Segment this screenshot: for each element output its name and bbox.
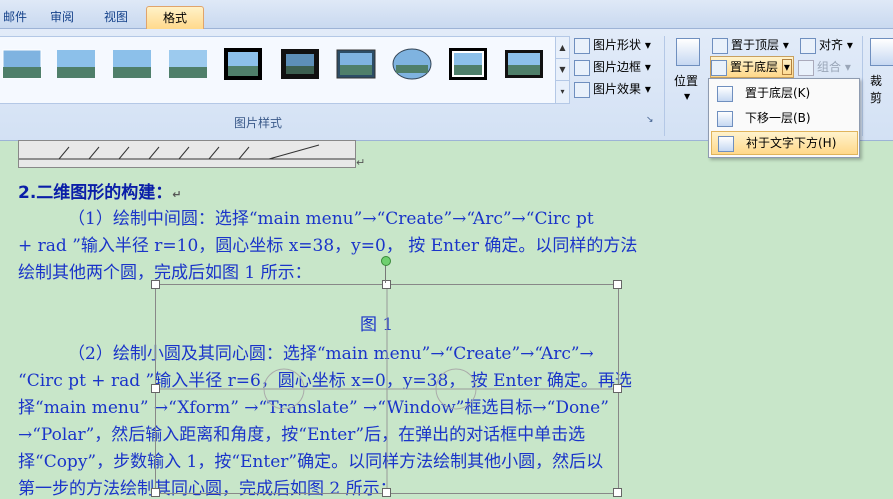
group-separator: [862, 36, 863, 136]
send-to-back-menu: 置于底层(K) 下移一层(B) 衬于文字下方(H): [708, 78, 860, 158]
gallery-down-icon[interactable]: ▼: [556, 59, 569, 81]
picture-border-button[interactable]: 图片边框 ▾: [574, 57, 651, 77]
effects-icon: [574, 81, 590, 98]
picture-style-thumb[interactable]: [504, 47, 544, 81]
picture-style-thumb[interactable]: [448, 47, 488, 81]
paragraph-line: （1）绘制中间圆：选择“main menu”→“Create”→“Arc”→“C…: [68, 209, 594, 229]
rotate-connector: [385, 263, 386, 283]
send-back-icon: [711, 59, 727, 76]
selected-picture-frame[interactable]: [155, 284, 619, 494]
picture-styles-group-label: 图片样式: [234, 116, 283, 130]
menu-item-send-to-back[interactable]: 置于底层(K): [711, 82, 856, 104]
crop-icon: [870, 38, 893, 66]
crop-button[interactable]: 裁剪: [868, 36, 893, 105]
align-button[interactable]: 对齐 ▾: [800, 35, 853, 55]
picture-style-gallery: [0, 36, 556, 104]
resize-handle[interactable]: [613, 280, 622, 289]
resize-handle[interactable]: [613, 384, 622, 393]
menu-item-send-backward[interactable]: 下移一层(B): [711, 107, 856, 129]
tab-format[interactable]: 格式: [146, 6, 204, 29]
shape-icon: [574, 37, 590, 54]
resize-handle[interactable]: [151, 384, 160, 393]
rotate-handle-icon[interactable]: [381, 256, 391, 266]
send-to-back-button[interactable]: 置于底层 ▾: [710, 56, 794, 78]
group-icon: [798, 59, 814, 76]
picture-style-thumb[interactable]: [2, 47, 42, 81]
bring-to-front-button[interactable]: 置于顶层 ▾: [712, 35, 789, 55]
dialog-launcher-icon[interactable]: ↘: [646, 110, 654, 130]
send-back-icon: [717, 86, 733, 102]
align-icon: [800, 37, 816, 54]
picture-effects-button[interactable]: 图片效果 ▾: [574, 79, 651, 99]
group-button[interactable]: 组合 ▾: [798, 57, 851, 77]
group-separator: [664, 36, 665, 136]
position-icon: [676, 38, 700, 66]
gallery-scroll[interactable]: ▲ ▼ ▾: [555, 36, 570, 104]
gallery-up-icon[interactable]: ▲: [556, 37, 569, 59]
bring-front-icon: [712, 37, 728, 54]
picture-style-thumb[interactable]: [112, 47, 152, 81]
border-icon: [574, 59, 590, 76]
send-back-dropdown-icon[interactable]: ▾: [781, 59, 792, 75]
resize-handle[interactable]: [382, 488, 391, 497]
picture-style-thumb[interactable]: [336, 47, 376, 81]
behind-text-icon: [718, 136, 734, 152]
resize-handle[interactable]: [613, 488, 622, 497]
ribbon-tab-bar: 邮件 审阅 视图 格式: [0, 0, 893, 29]
send-backward-icon: [717, 111, 733, 127]
paragraph-mark: ↵: [356, 156, 366, 169]
tab-review[interactable]: 审阅: [40, 6, 84, 28]
picture-style-thumb[interactable]: [56, 47, 96, 81]
resize-handle[interactable]: [382, 280, 391, 289]
menu-item-behind-text[interactable]: 衬于文字下方(H): [711, 131, 858, 155]
paragraph-line: + rad ”输入半径 r=10，圆心坐标 x=38，y=0， 按 Enter …: [18, 236, 638, 256]
resize-handle[interactable]: [151, 488, 160, 497]
tab-view[interactable]: 视图: [94, 6, 138, 28]
position-button[interactable]: 位置 ▼: [672, 36, 704, 106]
figure-fragment-drawing: [19, 144, 355, 160]
picture-style-thumb[interactable]: [392, 47, 432, 81]
picture-style-thumb[interactable]: [280, 47, 320, 81]
tab-mailings[interactable]: 邮件: [0, 6, 30, 28]
section-heading: 2.二维图形的构建：↵: [18, 183, 182, 203]
picture-style-thumb[interactable]: [168, 47, 208, 81]
figure-drawing: [156, 285, 618, 493]
figure-fragment: [18, 140, 356, 168]
gallery-more-icon[interactable]: ▾: [556, 81, 569, 102]
picture-style-thumb[interactable]: [223, 47, 263, 81]
paragraph-line: 绘制其他两个圆，完成后如图 1 所示：: [18, 263, 312, 283]
resize-handle[interactable]: [151, 280, 160, 289]
picture-shape-button[interactable]: 图片形状 ▾: [574, 35, 651, 55]
